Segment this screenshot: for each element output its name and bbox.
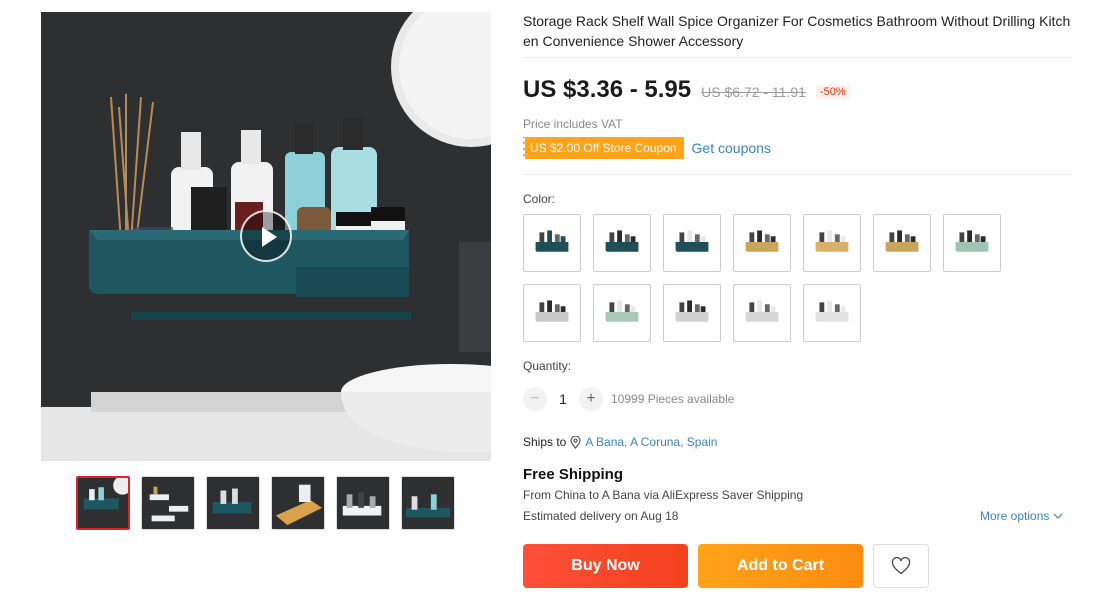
color-option-image bbox=[535, 300, 569, 322]
ships-to: Ships to A Bana, A Coruna, Spain bbox=[523, 435, 717, 449]
color-option-7[interactable] bbox=[943, 214, 1001, 272]
original-price: US $6.72 - 11.91 bbox=[701, 84, 806, 100]
color-option-image bbox=[535, 230, 569, 252]
color-option-4[interactable] bbox=[733, 214, 791, 272]
color-option-1[interactable] bbox=[523, 214, 581, 272]
more-options-link[interactable]: More options bbox=[980, 509, 1063, 523]
ship-location-link[interactable]: A Bana, A Coruna, Spain bbox=[585, 435, 717, 449]
availability-text: 10999 Pieces available bbox=[611, 392, 735, 406]
thumbnail-image bbox=[78, 478, 128, 528]
thumbnail-image bbox=[207, 477, 259, 529]
quantity-stepper: − 1 + 10999 Pieces available bbox=[523, 387, 734, 411]
buy-now-button[interactable]: Buy Now bbox=[523, 544, 688, 588]
add-to-cart-button[interactable]: Add to Cart bbox=[698, 544, 863, 588]
color-option-image bbox=[745, 300, 779, 322]
more-options-label: More options bbox=[980, 509, 1050, 523]
color-option-image bbox=[815, 230, 849, 252]
quantity-value[interactable]: 1 bbox=[547, 391, 579, 407]
thumbnail-image bbox=[337, 477, 389, 529]
color-option-12[interactable] bbox=[803, 284, 861, 342]
color-option-2[interactable] bbox=[593, 214, 651, 272]
quantity-label: Quantity: bbox=[523, 359, 572, 373]
thumbnail-3[interactable] bbox=[206, 476, 260, 530]
color-option-image bbox=[675, 300, 709, 322]
divider bbox=[523, 174, 1072, 175]
play-video-button[interactable] bbox=[240, 210, 292, 262]
wishlist-button[interactable] bbox=[873, 544, 929, 588]
coupon-row: US $2.00 Off Store Coupon Get coupons bbox=[521, 137, 771, 159]
thumbnail-5[interactable] bbox=[336, 476, 390, 530]
thumbnail-image bbox=[142, 477, 194, 529]
color-option-image bbox=[675, 230, 709, 252]
color-option-image bbox=[955, 230, 989, 252]
store-coupon[interactable]: US $2.00 Off Store Coupon bbox=[521, 137, 686, 159]
color-swatches bbox=[523, 214, 1023, 342]
estimated-delivery: Estimated delivery on Aug 18 bbox=[523, 509, 679, 523]
color-option-5[interactable] bbox=[803, 214, 861, 272]
thumbnail-6[interactable] bbox=[401, 476, 455, 530]
thumbnail-image bbox=[402, 477, 454, 529]
location-pin-icon bbox=[570, 435, 581, 449]
color-option-9[interactable] bbox=[593, 284, 651, 342]
discount-badge: -50% bbox=[815, 85, 850, 99]
get-coupons-link[interactable]: Get coupons bbox=[692, 140, 771, 156]
increase-quantity-button[interactable]: + bbox=[579, 387, 603, 411]
color-option-image bbox=[745, 230, 779, 252]
color-option-image bbox=[885, 230, 919, 252]
price-row: US $3.36 - 5.95 US $6.72 - 11.91 -50% bbox=[523, 76, 850, 104]
product-title: Storage Rack Shelf Wall Spice Organizer … bbox=[523, 13, 1071, 49]
color-option-image bbox=[605, 300, 639, 322]
color-option-image bbox=[605, 230, 639, 252]
heart-icon bbox=[891, 557, 911, 575]
free-shipping-title: Free Shipping bbox=[523, 466, 624, 483]
thumbnail-strip bbox=[76, 476, 455, 530]
thumbnail-image bbox=[272, 477, 324, 529]
color-option-image bbox=[815, 300, 849, 322]
thumbnail-2[interactable] bbox=[141, 476, 195, 530]
shipping-route: From China to A Bana via AliExpress Save… bbox=[523, 488, 804, 502]
color-option-11[interactable] bbox=[733, 284, 791, 342]
color-option-10[interactable] bbox=[663, 284, 721, 342]
main-product-image[interactable] bbox=[41, 12, 491, 461]
color-option-3[interactable] bbox=[663, 214, 721, 272]
vat-note: Price includes VAT bbox=[523, 117, 623, 131]
thumbnail-1[interactable] bbox=[76, 476, 130, 530]
color-option-8[interactable] bbox=[523, 284, 581, 342]
color-label: Color: bbox=[523, 192, 556, 206]
thumbnail-4[interactable] bbox=[271, 476, 325, 530]
price: US $3.36 - 5.95 bbox=[523, 76, 692, 103]
ships-to-label: Ships to bbox=[523, 435, 567, 449]
chevron-down-icon bbox=[1053, 513, 1063, 519]
color-option-6[interactable] bbox=[873, 214, 931, 272]
decrease-quantity-button[interactable]: − bbox=[523, 387, 547, 411]
divider bbox=[523, 57, 1072, 58]
